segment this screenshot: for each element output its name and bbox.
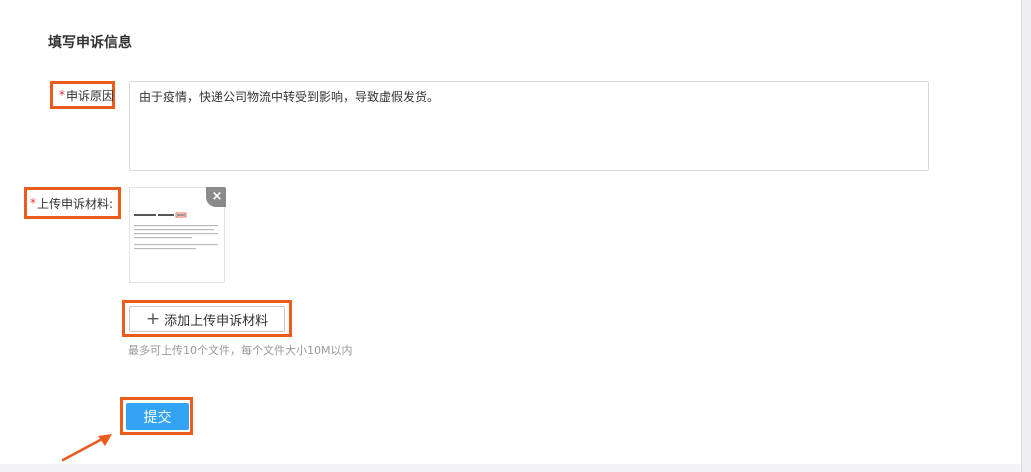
reason-textarea[interactable]: 由于疫情，快递公司物流中转受到影响，导致虚假发货。 (129, 81, 929, 171)
upload-hint: 最多可上传10个文件，每个文件大小10M以内 (128, 344, 353, 357)
section-title: 填写申诉信息 (48, 35, 132, 51)
scrollbar-track[interactable] (1021, 0, 1031, 472)
add-upload-label: 添加上传申诉材料 (164, 313, 269, 329)
upload-label-text: 上传申诉材料: (37, 196, 114, 211)
pointer-arrow-icon (61, 434, 112, 462)
reason-label-text: 申诉原因 (66, 88, 115, 103)
reason-label: * 申诉原因 (50, 81, 115, 109)
submit-button[interactable]: 提交 (126, 403, 189, 430)
required-mark: * (59, 88, 65, 102)
plus-icon: + (145, 308, 161, 329)
remove-file-icon[interactable]: × (206, 187, 226, 207)
add-upload-button[interactable]: + 添加上传申诉材料 (129, 306, 285, 332)
upload-label: * 上传申诉材料: (24, 187, 121, 219)
form-panel: 填写申诉信息 * 申诉原因 由于疫情，快递公司物流中转受到影响，导致虚假发货。 … (0, 0, 1021, 464)
required-mark: * (30, 196, 36, 210)
